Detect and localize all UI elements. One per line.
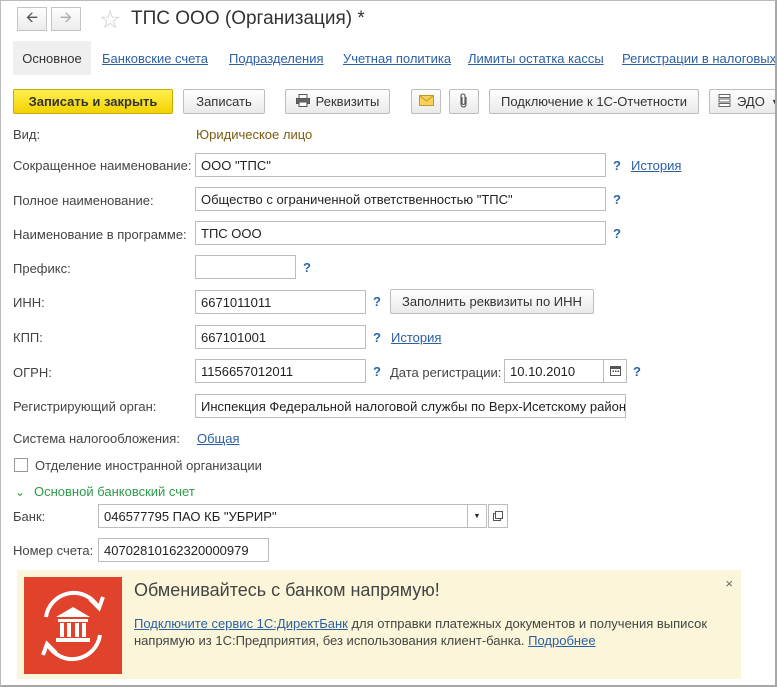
- envelope-icon: [418, 94, 434, 109]
- directbank-banner: Обменивайтесь с банком напрямую! Подключ…: [17, 570, 741, 679]
- short-name-label: Сокращенное наименование:: [13, 158, 192, 173]
- short-name-history-link[interactable]: История: [631, 158, 681, 173]
- help-icon[interactable]: ?: [373, 364, 381, 379]
- arrow-right-icon: 🡪: [59, 8, 73, 26]
- document-exchange-icon: [718, 93, 731, 110]
- foreign-branch-label: Отделение иностранной организации: [35, 458, 262, 473]
- help-icon[interactable]: ?: [373, 330, 381, 345]
- tax-system-link[interactable]: Общая: [197, 431, 240, 446]
- tab-cash-limits[interactable]: Лимиты остатка кассы: [468, 51, 604, 66]
- bank-field[interactable]: 046577795 ПАО КБ "УБРИР": [98, 504, 468, 528]
- short-name-field[interactable]: ООО "ТПС": [195, 153, 606, 177]
- help-icon[interactable]: ?: [303, 260, 311, 275]
- more-link[interactable]: Подробнее: [528, 633, 595, 648]
- program-name-label: Наименование в программе:: [13, 227, 187, 242]
- full-name-label: Полное наименование:: [13, 193, 154, 208]
- banner-text: Подключите сервис 1С:ДиректБанк для отпр…: [134, 615, 724, 649]
- account-field[interactable]: 40702810162320000979: [98, 538, 269, 562]
- help-icon[interactable]: ?: [613, 158, 621, 173]
- edo-label: ЭДО: [737, 94, 765, 109]
- program-name-field[interactable]: ТПС ООО: [195, 221, 606, 245]
- tab-accounting-policy[interactable]: Учетная политика: [343, 51, 451, 66]
- save-and-close-button[interactable]: Записать и закрыть: [13, 89, 173, 114]
- calendar-button[interactable]: [603, 359, 627, 383]
- forward-button[interactable]: 🡪: [51, 7, 81, 31]
- help-icon[interactable]: ?: [373, 294, 381, 309]
- tab-main[interactable]: Основное: [13, 41, 91, 75]
- help-icon[interactable]: ?: [613, 192, 621, 207]
- organization-window: 🡨 🡪 ☆ ТПС ООО (Организация) * Основное Б…: [0, 0, 777, 687]
- prefix-field[interactable]: [195, 255, 296, 279]
- reg-date-field[interactable]: 10.10.2010: [504, 359, 604, 383]
- ogrn-field[interactable]: 1156657012011: [195, 359, 366, 383]
- open-form-icon: [493, 509, 503, 524]
- paperclip-icon: [459, 92, 469, 111]
- requisites-button[interactable]: Реквизиты: [285, 89, 390, 114]
- prefix-label: Префикс:: [13, 261, 71, 276]
- star-icon[interactable]: ☆: [99, 5, 121, 35]
- bank-open-button[interactable]: [488, 504, 508, 528]
- close-icon[interactable]: ×: [725, 576, 733, 591]
- fill-by-inn-button[interactable]: Заполнить реквизиты по ИНН: [390, 289, 594, 314]
- bank-exchange-icon: [24, 577, 122, 674]
- requisites-label: Реквизиты: [315, 94, 380, 109]
- edo-button[interactable]: ЭДО ▼: [709, 89, 775, 114]
- arrow-left-icon: 🡨: [25, 8, 39, 26]
- kpp-label: КПП:: [13, 330, 43, 345]
- connect-directbank-link[interactable]: Подключите сервис 1С:ДиректБанк: [134, 616, 348, 631]
- reg-date-label: Дата регистрации:: [390, 365, 502, 380]
- ogrn-label: ОГРН:: [13, 365, 52, 380]
- back-button[interactable]: 🡨: [17, 7, 47, 31]
- kpp-history-link[interactable]: История: [391, 330, 441, 345]
- chevron-down-icon: ▼: [473, 512, 481, 520]
- help-icon[interactable]: ?: [633, 364, 641, 379]
- chevron-down-icon[interactable]: ⌄: [15, 485, 25, 499]
- window-title: ТПС ООО (Организация) *: [131, 8, 365, 29]
- banner-title: Обменивайтесь с банком напрямую!: [134, 580, 440, 600]
- reg-org-field[interactable]: Инспекция Федеральной налоговой службы п…: [195, 394, 626, 418]
- attach-button[interactable]: [449, 89, 479, 114]
- inn-field[interactable]: 6671011011: [195, 290, 366, 314]
- account-label: Номер счета:: [13, 543, 94, 558]
- chevron-down-icon: ▼: [771, 97, 775, 107]
- foreign-branch-checkbox[interactable]: [14, 458, 28, 472]
- full-name-field[interactable]: Общество с ограниченной ответственностью…: [195, 187, 606, 211]
- save-button[interactable]: Записать: [183, 89, 265, 114]
- printer-icon: [295, 93, 310, 110]
- help-icon[interactable]: ?: [613, 226, 621, 241]
- inn-label: ИНН:: [13, 295, 45, 310]
- kpp-field[interactable]: 667101001: [195, 325, 366, 349]
- bank-section-title[interactable]: Основной банковский счет: [34, 484, 195, 499]
- calendar-icon: [609, 364, 621, 379]
- connect-1c-reporting-button[interactable]: Подключение к 1С-Отчетности: [489, 89, 699, 114]
- tax-label: Система налогообложения:: [13, 431, 180, 446]
- tab-departments[interactable]: Подразделения: [229, 51, 324, 66]
- tab-bank-accounts[interactable]: Банковские счета: [102, 51, 208, 66]
- bank-label: Банк:: [13, 509, 46, 524]
- tab-tax-registrations[interactable]: Регистрации в налоговых: [622, 51, 775, 66]
- mail-button[interactable]: [411, 89, 441, 114]
- reg-org-label: Регистрирующий орган:: [13, 399, 157, 414]
- vid-value: Юридическое лицо: [196, 127, 313, 142]
- bank-dropdown-button[interactable]: ▼: [467, 504, 487, 528]
- vid-label: Вид:: [13, 127, 41, 142]
